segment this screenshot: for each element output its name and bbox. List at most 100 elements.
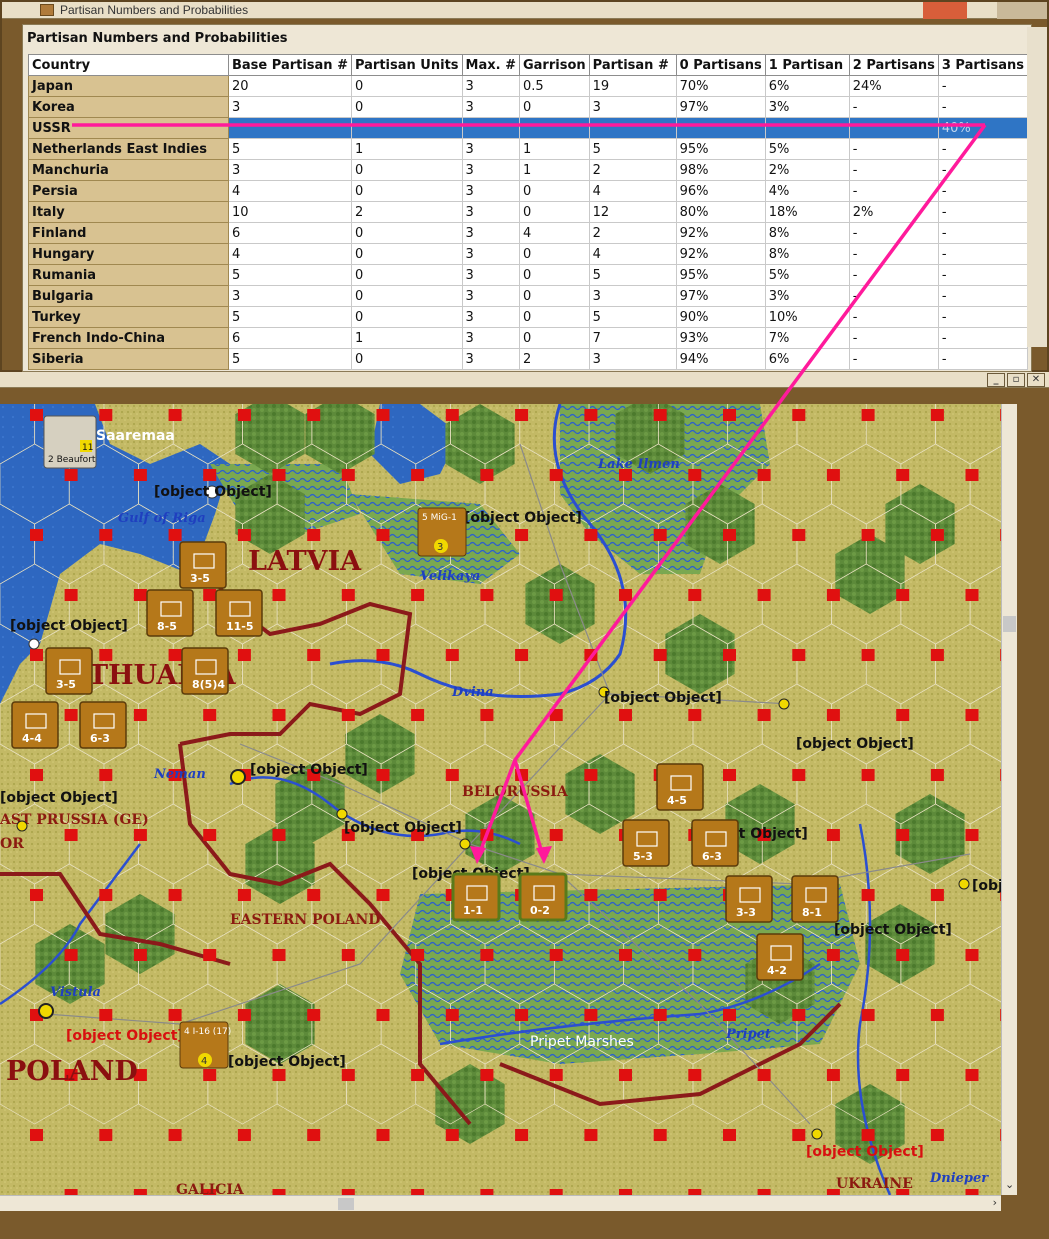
supply-square [653, 529, 667, 541]
army-unit[interactable]: 4-5 [656, 763, 704, 811]
close-button[interactable] [923, 2, 967, 19]
scroll-down-arrow-icon[interactable]: ⌄ [1005, 1178, 1014, 1191]
column-header[interactable]: 3 Partisans [937, 54, 1028, 76]
city-kaunas[interactable]: [object Object] [250, 762, 368, 778]
supply-square [965, 1069, 979, 1081]
table-row[interactable]: Persia 4 0 3 0 4 96% 4% - - [28, 180, 1028, 202]
army-unit[interactable]: 8-5 [146, 589, 194, 637]
table-row[interactable]: Korea 3 0 3 0 3 97% 3% - - [28, 96, 1028, 118]
map-horizontal-scrollbar[interactable]: › [0, 1195, 1001, 1211]
supply-square [515, 409, 529, 421]
supply-square [826, 949, 840, 961]
table-row[interactable]: Manchuria 3 0 3 1 2 98% 2% - - [28, 159, 1028, 181]
column-header[interactable]: Garrison [518, 54, 590, 76]
city-gomel[interactable]: [object Object] [834, 922, 952, 938]
column-header[interactable]: Base Partisan # [228, 54, 352, 76]
value-cell: - [848, 264, 939, 286]
table-vertical-scrollbar[interactable] [1027, 27, 1047, 347]
value-cell: 0 [518, 285, 590, 307]
value-cell: - [937, 243, 1028, 265]
city-bryansk[interactable]: [object Object] [972, 878, 1001, 894]
country-cell: Korea [28, 96, 229, 118]
window-control-button[interactable] [997, 2, 1047, 19]
table-row[interactable]: Italy 10 2 3 0 12 80% 18% 2% - [28, 201, 1028, 223]
supply-square [99, 769, 113, 781]
city-konigsberg[interactable]: [object Object] [0, 790, 118, 806]
value-cell: 3 [461, 348, 520, 370]
partisan-window-titlebar[interactable]: Partisan Numbers and Probabilities [2, 2, 1047, 19]
supply-square [584, 529, 598, 541]
country-cell: Manchuria [28, 159, 229, 181]
hscroll-thumb[interactable] [338, 1198, 354, 1210]
map-view[interactable]: LATVIA THUANIA POLAND BELORUSSIA EASTERN… [0, 404, 1001, 1195]
table-row[interactable]: Siberia 5 0 3 2 3 94% 6% - - [28, 348, 1028, 370]
supply-square [237, 889, 251, 901]
city-warsaw[interactable]: [object Object] [66, 1028, 184, 1044]
table-row[interactable]: USSR 40% [28, 117, 1028, 139]
column-header[interactable]: Country [28, 54, 229, 76]
army-unit[interactable]: 6-3 [691, 819, 739, 867]
city-kiev[interactable]: [object Object] [806, 1144, 924, 1160]
table-row[interactable]: Turkey 5 0 3 0 5 90% 10% - - [28, 306, 1028, 328]
column-header[interactable]: 2 Partisans [848, 54, 939, 76]
army-unit[interactable]: 5-3 [622, 819, 670, 867]
table-row[interactable]: Rumania 5 0 3 0 5 95% 5% - - [28, 264, 1028, 286]
army-unit[interactable]: 3-3 [725, 875, 773, 923]
supply-square [341, 1069, 355, 1081]
army-unit[interactable]: 8-1 [791, 875, 839, 923]
restore-button[interactable]: ▫ [1007, 373, 1025, 387]
value-cell: 4% [764, 180, 850, 202]
army-unit[interactable]: 3-5 [179, 541, 227, 589]
city-vitebsk[interactable]: [object Object] [604, 690, 722, 706]
table-row[interactable]: French Indo-China 6 1 3 0 7 93% 7% - - [28, 327, 1028, 349]
map-vertical-scrollbar[interactable]: ⌄ [1001, 404, 1017, 1195]
supply-square [133, 949, 147, 961]
hex-map[interactable]: LATVIA THUANIA POLAND BELORUSSIA EASTERN… [0, 404, 1001, 1195]
column-header[interactable]: 0 Partisans [675, 54, 766, 76]
supply-square [930, 889, 944, 901]
supply-square [653, 1129, 667, 1141]
close-button[interactable]: ✕ [1027, 373, 1045, 387]
table-row[interactable]: Bulgaria 3 0 3 0 3 97% 3% - - [28, 285, 1028, 307]
map-window-titlebar[interactable]: _ ▫ ✕ [0, 372, 1049, 388]
column-header[interactable]: Max. # [461, 54, 520, 76]
supply-square [861, 1129, 875, 1141]
column-header[interactable]: Partisan Units [350, 54, 463, 76]
scroll-right-arrow-icon[interactable]: › [993, 1196, 997, 1209]
city-parnu[interactable]: [object Object] [154, 484, 272, 500]
army-unit[interactable]: 6-3 [79, 701, 127, 749]
air-unit-i16[interactable]: 4 I-16 (17) 4 [179, 1021, 231, 1069]
table-row[interactable]: Finland 6 0 3 4 2 92% 8% - - [28, 222, 1028, 244]
vscroll-thumb[interactable] [1003, 616, 1016, 632]
army-unit[interactable]: 4-2 [756, 933, 804, 981]
minimize-button[interactable]: _ [987, 373, 1005, 387]
supply-square [133, 829, 147, 841]
city-vilna[interactable]: [object Object] [344, 820, 462, 836]
partisan-unit[interactable]: 0-2 [518, 872, 568, 922]
value-cell: - [937, 327, 1028, 349]
city-pskov[interactable]: [object Object] [464, 510, 582, 526]
column-header[interactable]: 1 Partisan [764, 54, 850, 76]
value-cell: 3 [461, 306, 520, 328]
value-cell: 0 [350, 75, 463, 97]
value-cell: 6 [228, 327, 352, 349]
value-cell: 18% [764, 201, 850, 223]
table-row[interactable]: Netherlands East Indies 5 1 3 1 5 95% 5% - - [28, 138, 1028, 160]
unit-strength-label: 4-2 [767, 964, 787, 977]
partisan-unit[interactable]: 1-1 [451, 872, 501, 922]
city-liepaja[interactable]: [object Object] [10, 618, 128, 634]
column-header[interactable]: Partisan # [588, 54, 677, 76]
city-smolensk[interactable]: [object Object] [796, 736, 914, 752]
air-unit-german[interactable]: 2 Beaufort 11 [43, 415, 97, 469]
city-brest-litovsk[interactable]: [object Object] [228, 1054, 346, 1070]
army-unit[interactable]: 4-4 [11, 701, 59, 749]
supply-square [30, 529, 43, 541]
army-unit[interactable]: 11-5 [215, 589, 263, 637]
supply-square [133, 469, 147, 481]
air-unit-mig[interactable]: 5 MiG-1 3 [417, 507, 467, 557]
army-unit[interactable]: 8(5)4 [181, 647, 229, 695]
table-row[interactable]: Japan 20 0 3 0.5 19 70% 6% 24% - [28, 75, 1028, 97]
army-unit[interactable]: 3-5 [45, 647, 93, 695]
table-row[interactable]: Hungary 4 0 3 0 4 92% 8% - - [28, 243, 1028, 265]
value-cell: 0 [350, 96, 463, 118]
